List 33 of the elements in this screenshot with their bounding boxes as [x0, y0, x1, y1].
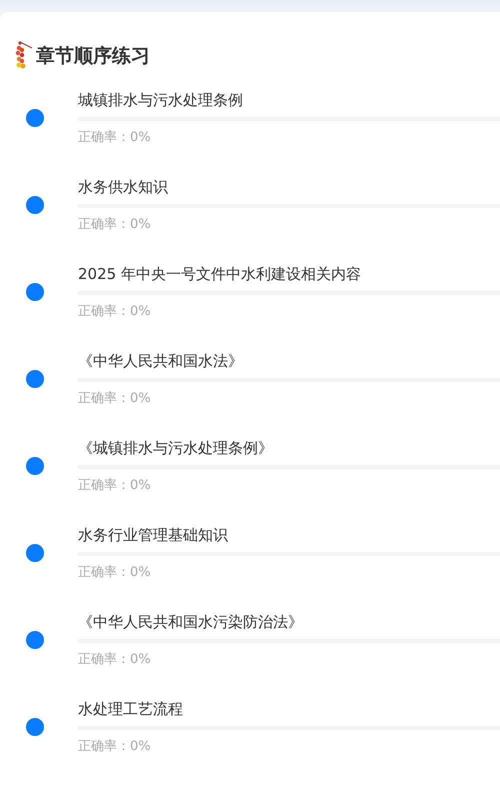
- accuracy-text: 正确率：0%: [78, 216, 151, 234]
- bullet-dot: [26, 370, 44, 388]
- chapter-item[interactable]: 水务行业管理基础知识 正确率：0%: [15, 509, 500, 596]
- bullet-dot: [26, 282, 44, 300]
- bullet-dot: [26, 196, 44, 214]
- chapter-title: 水处理工艺流程: [78, 698, 183, 720]
- accuracy-text: 正确率：0%: [78, 476, 151, 494]
- chapter-title: 《中华人民共和国水污染防治法》: [78, 612, 303, 632]
- accuracy-text: 正确率：0%: [78, 564, 151, 582]
- accuracy-text: 正确率：0%: [78, 128, 151, 146]
- chapter-item[interactable]: 《中华人民共和国水污染防治法》 正确率：0%: [15, 596, 500, 683]
- chapter-item[interactable]: 2025 年中央一号文件中水利建设相关内容 正确率：0%: [15, 248, 500, 335]
- bullet-dot: [26, 630, 44, 648]
- accuracy-text: 正确率：0%: [78, 650, 151, 668]
- accuracy-text: 正确率：0%: [78, 390, 151, 408]
- chapter-title: 《中华人民共和国水法》: [78, 350, 243, 372]
- chapter-item[interactable]: 《中华人民共和国水法》 正确率：0%: [15, 335, 500, 422]
- chapter-item[interactable]: 城镇排水与污水处理条例 正确率：0%: [15, 74, 500, 161]
- accuracy-text: 正确率：0%: [78, 302, 151, 320]
- chapter-title: 2025 年中央一号文件中水利建设相关内容: [78, 264, 361, 284]
- bullet-dot: [26, 718, 44, 736]
- chapter-item[interactable]: 《城镇排水与污水处理条例》 正确率：0%: [15, 422, 500, 509]
- chapter-title: 《城镇排水与污水处理条例》: [78, 438, 273, 458]
- chapter-title: 水务行业管理基础知识: [78, 524, 228, 546]
- bullet-dot: [26, 456, 44, 474]
- bullet-dot: [26, 544, 44, 562]
- bullet-dot: [26, 108, 44, 126]
- section-title: 章节顺序练习: [36, 44, 150, 69]
- accuracy-text: 正确率：0%: [78, 738, 151, 756]
- chapter-item[interactable]: 水处理工艺流程 正确率：0%: [15, 683, 500, 770]
- chapter-item[interactable]: 水务供水知识 正确率：0%: [15, 161, 500, 248]
- chapter-title: 城镇排水与污水处理条例: [78, 90, 243, 110]
- chapter-title: 水务供水知识: [78, 176, 168, 198]
